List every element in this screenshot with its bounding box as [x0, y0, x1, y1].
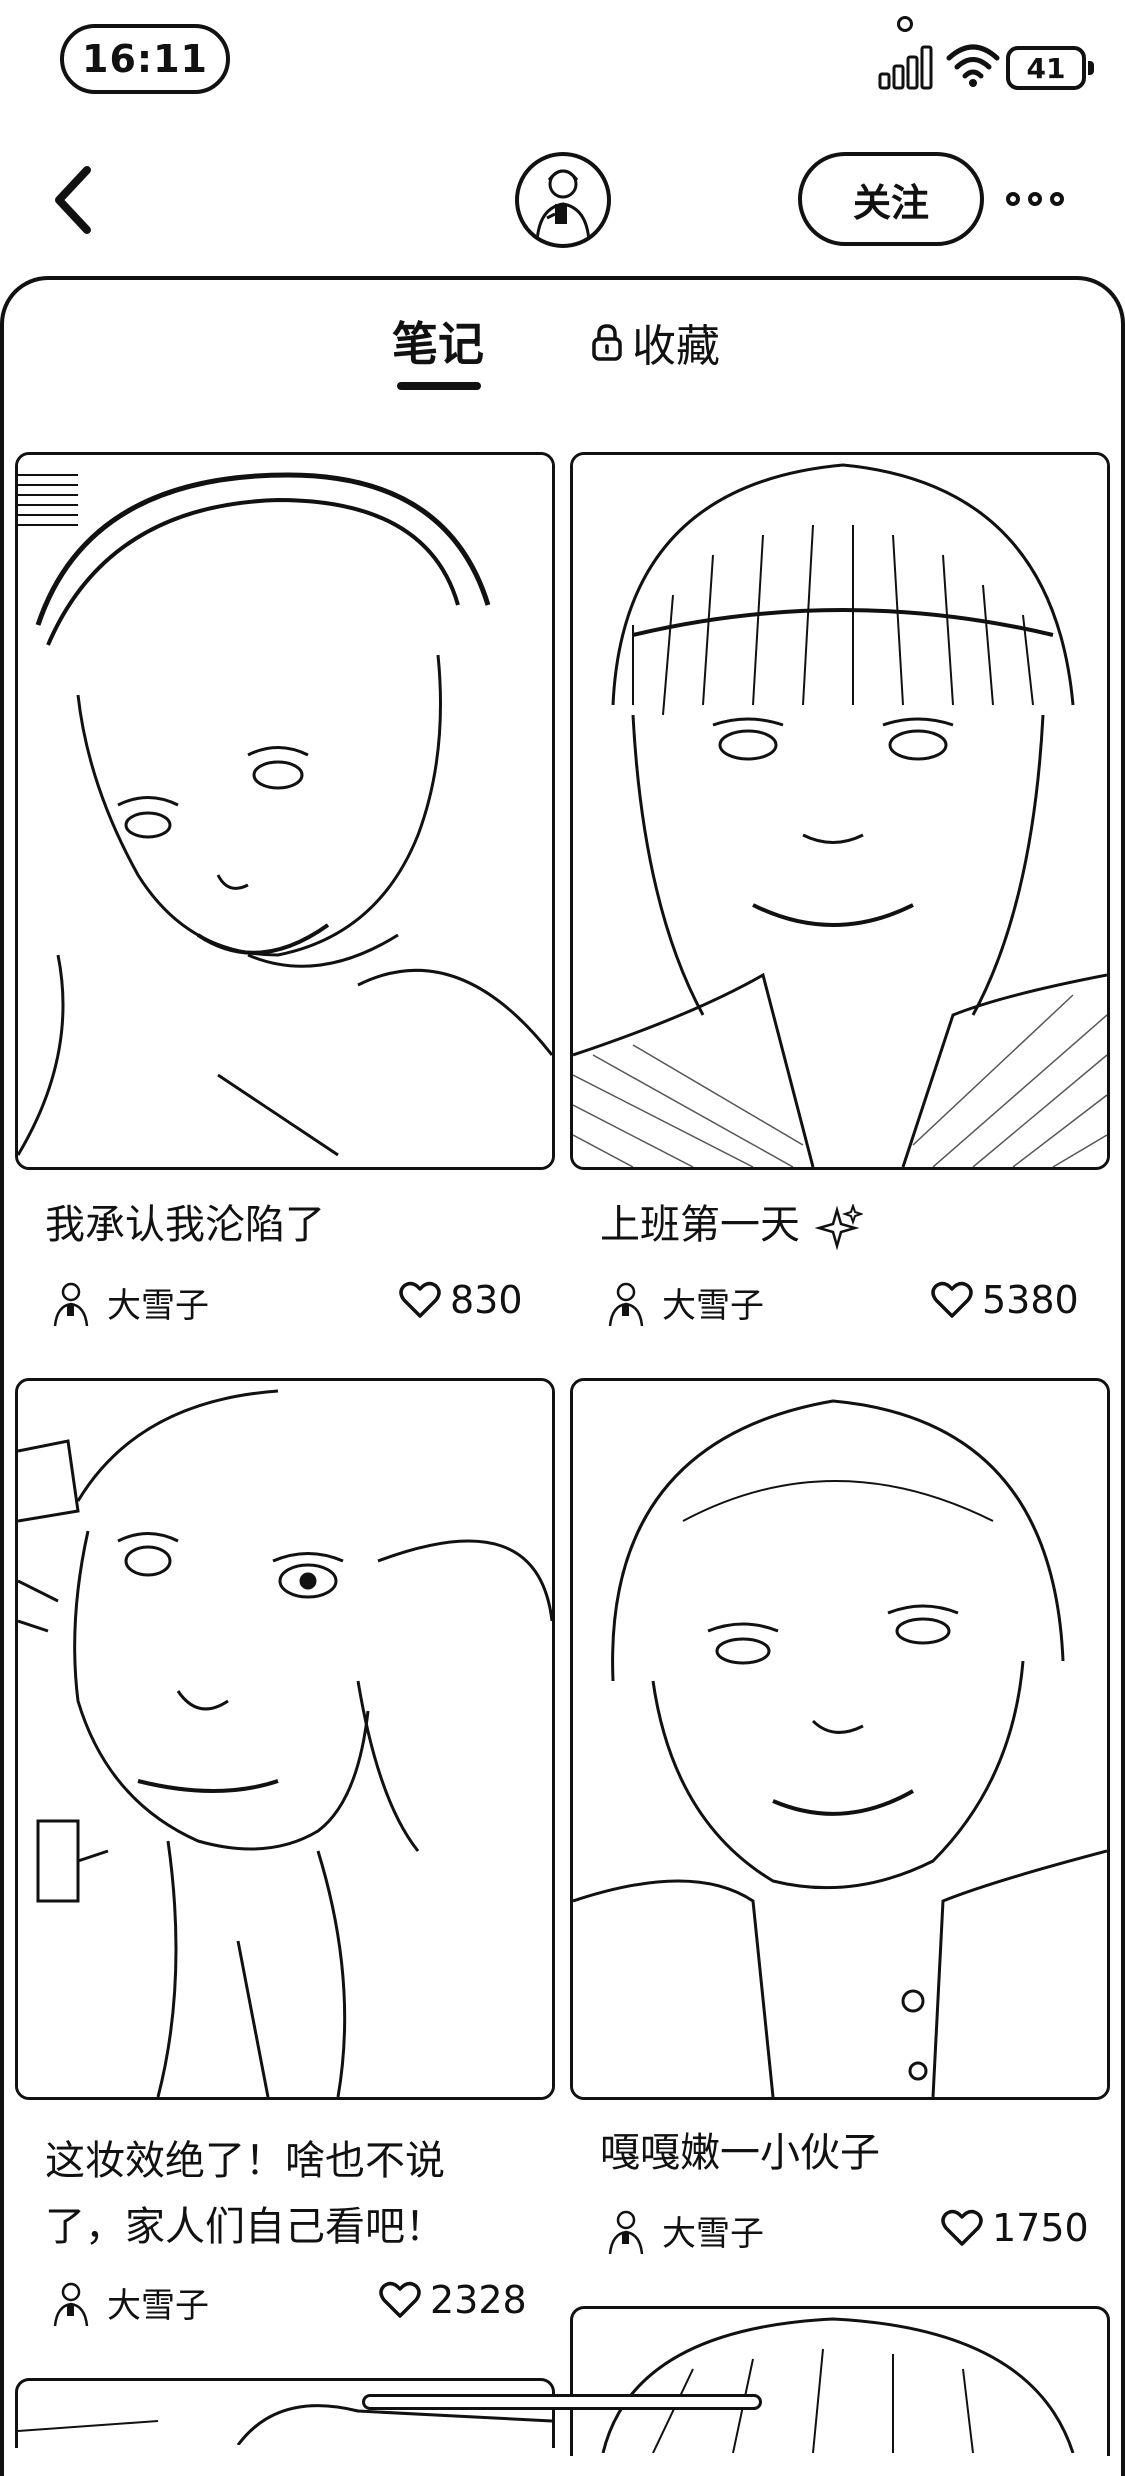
note-title-line: 了，家人们自己看吧！	[45, 2204, 445, 2250]
status-time: 16:11	[60, 24, 230, 94]
like-count-value: 2328	[430, 2278, 527, 2322]
status-bar: 16:11 41	[0, 0, 1125, 130]
tab-collections[interactable]: 收藏	[590, 312, 720, 372]
note-card-image[interactable]	[15, 452, 555, 1170]
like-count[interactable]: 2328	[378, 2278, 527, 2322]
heart-icon	[398, 1280, 442, 1320]
note-title[interactable]: 这妆效绝了！啥也不说 了，家人们自己看吧！	[45, 2128, 545, 2260]
note-title[interactable]: 上班第一天	[600, 1192, 1100, 1258]
note-author[interactable]: 大雪子	[600, 2204, 764, 2256]
more-options-button[interactable]	[1006, 186, 1076, 212]
author-name: 大雪子	[107, 1285, 209, 1326]
tab-active-indicator	[397, 382, 481, 390]
home-indicator	[362, 2394, 762, 2410]
author-avatar	[45, 1276, 97, 1328]
like-count[interactable]: 5380	[930, 1278, 1079, 1322]
privacy-indicator-icon	[897, 16, 913, 32]
tab-collections-label: 收藏	[632, 321, 720, 372]
heart-icon	[930, 1280, 974, 1320]
note-card-image[interactable]	[570, 452, 1110, 1170]
note-card-image[interactable]	[570, 2306, 1110, 2456]
note-author[interactable]: 大雪子	[45, 1276, 209, 1328]
note-title[interactable]: 我承认我沦陷了	[45, 1192, 545, 1258]
chevron-left-icon	[55, 166, 91, 234]
author-name: 大雪子	[107, 2285, 209, 2326]
more-dots-icon	[1006, 192, 1020, 206]
tab-notes[interactable]: 笔记	[388, 308, 488, 378]
like-count[interactable]: 830	[398, 1278, 523, 1322]
author-name: 大雪子	[662, 1285, 764, 1326]
back-button[interactable]	[45, 160, 105, 240]
like-count-value: 830	[450, 1278, 523, 1322]
sparkle-icon	[813, 1204, 863, 1250]
user-avatar[interactable]	[515, 152, 611, 248]
lock-icon	[590, 322, 624, 362]
note-title-line: 这妆效绝了！啥也不说	[45, 2138, 445, 2184]
cellular-signal-icon	[878, 44, 938, 90]
note-author[interactable]: 大雪子	[600, 1276, 764, 1328]
author-avatar	[600, 2204, 652, 2256]
note-author[interactable]: 大雪子	[45, 2276, 209, 2328]
author-avatar	[45, 2276, 97, 2328]
note-title[interactable]: 嘎嘎嫩一小伙子	[600, 2120, 1100, 2186]
wifi-icon	[945, 40, 1001, 88]
note-title-text: 上班第一天	[600, 1202, 800, 1248]
author-avatar	[600, 1276, 652, 1328]
follow-button[interactable]: 关注	[798, 152, 984, 246]
note-card-image[interactable]	[15, 2378, 555, 2448]
heart-icon	[940, 2208, 984, 2248]
note-card-image[interactable]	[570, 1378, 1110, 2100]
like-count[interactable]: 1750	[940, 2206, 1089, 2250]
author-name: 大雪子	[662, 2213, 764, 2254]
battery-icon: 41	[1006, 46, 1094, 90]
like-count-value: 1750	[992, 2206, 1089, 2250]
note-card-image[interactable]	[15, 1378, 555, 2100]
heart-icon	[378, 2280, 422, 2320]
like-count-value: 5380	[982, 1278, 1079, 1322]
